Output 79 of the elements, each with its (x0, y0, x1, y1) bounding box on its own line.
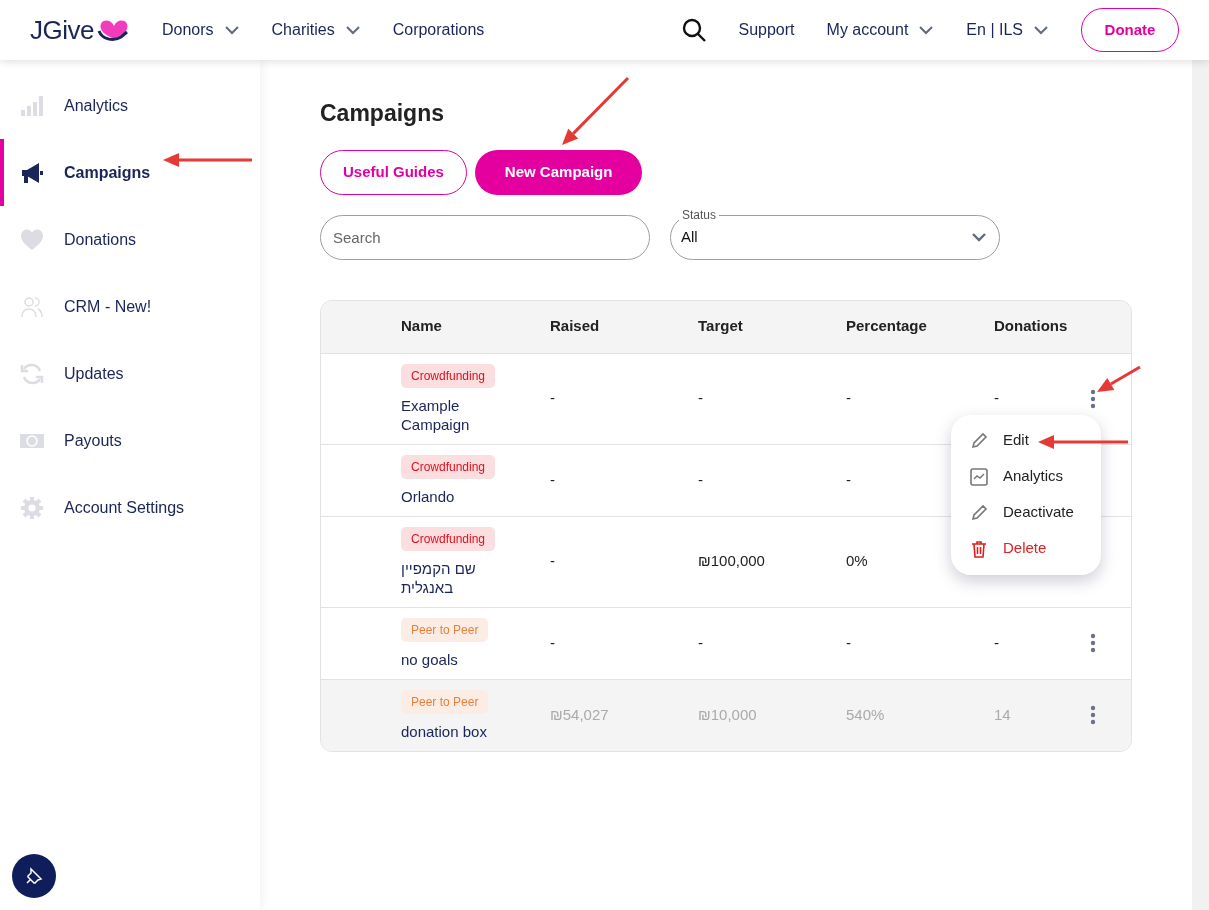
menu-item[interactable]: Deactivate (951, 494, 1101, 531)
table-cell-text: - (550, 388, 555, 409)
kebab-icon[interactable] (1090, 705, 1096, 726)
sidebar-item[interactable]: Analytics (0, 72, 260, 139)
table-cell-text: - (846, 632, 851, 653)
refresh-icon (20, 361, 44, 386)
column-header: Target (698, 316, 744, 337)
table-cell-text: - (550, 551, 555, 572)
table-cell-text: - (698, 388, 703, 409)
table-cell-text: - (994, 388, 999, 409)
table-cell-text: - (550, 632, 555, 653)
sidebar-item[interactable]: Donations (0, 206, 260, 273)
column-header: Name (401, 316, 443, 337)
chart-icon (969, 466, 989, 487)
table-cell-text: 14 (994, 704, 1011, 725)
campaign-type-tag: Crowdfunding (401, 526, 496, 551)
menu-item[interactable]: Analytics (951, 458, 1101, 495)
megaphone-icon (20, 160, 44, 185)
donate-button[interactable]: Donate (1081, 8, 1179, 52)
gear-icon (20, 495, 44, 520)
table-cell-text: ₪10,000 (698, 704, 757, 725)
logo-text[interactable]: JGive (30, 10, 94, 50)
table-cell-text: - (846, 469, 851, 490)
table-cell-text: ₪54,027 (550, 704, 609, 725)
scrollbar[interactable] (1192, 60, 1209, 910)
kebab-icon[interactable] (1090, 388, 1096, 409)
chevron-down-icon (344, 23, 361, 37)
trash-icon (969, 538, 989, 559)
campaign-name[interactable]: Orlando (401, 486, 521, 506)
pencil-icon (969, 502, 989, 523)
table-cell-text: - (994, 632, 999, 653)
table-cell-text: - (698, 469, 703, 490)
campaign-name[interactable]: donation box (401, 721, 521, 741)
campaign-name[interactable]: no goals (401, 649, 521, 669)
nav-link[interactable]: Charities (271, 18, 361, 42)
table-cell-text: - (550, 469, 555, 490)
bar-chart-icon (20, 93, 44, 118)
annotation-arrow (1097, 365, 1141, 392)
sidebar-item[interactable]: Payouts (0, 407, 260, 474)
pencil-icon (969, 430, 989, 451)
action-button[interactable]: New Campaign (474, 149, 643, 195)
action-button[interactable]: Useful Guides (320, 149, 467, 195)
nav-link[interactable]: Corporations (392, 18, 485, 42)
table-cell-text: - (698, 632, 703, 653)
campaign-name[interactable]: Example Campaign (401, 395, 521, 434)
kebab-icon[interactable] (1090, 633, 1096, 654)
menu-item[interactable]: Delete (951, 530, 1101, 567)
column-header: Raised (550, 316, 601, 337)
column-header: Percentage (846, 316, 928, 337)
sidebar-item[interactable]: CRM - New! (0, 273, 260, 340)
table-cell-text: 540% (846, 704, 885, 725)
pin-button[interactable] (12, 854, 56, 898)
table-cell-text: 0% (846, 551, 868, 572)
chevron-down-icon (1033, 23, 1049, 37)
search-icon[interactable] (680, 17, 707, 43)
table-cell-text: ₪100,000 (698, 551, 765, 572)
sidebar-item[interactable]: Campaigns (0, 139, 260, 206)
campaign-type-tag: Peer to Peer (401, 689, 489, 714)
column-header: Donations (994, 316, 1069, 337)
pin-icon[interactable] (25, 867, 43, 885)
nav-link[interactable]: En | ILS (966, 18, 1049, 42)
campaign-type-tag: Peer to Peer (401, 617, 489, 642)
campaign-type-tag: Crowdfunding (401, 363, 496, 388)
heart-icon (20, 227, 44, 252)
search-field[interactable]: Search (320, 214, 650, 260)
campaign-type-tag: Crowdfunding (401, 454, 496, 479)
sidebar-item[interactable]: Account Settings (0, 474, 260, 541)
nav-link[interactable]: Support (738, 18, 795, 42)
sidebar-item[interactable]: Updates (0, 340, 260, 407)
nav-link[interactable]: Donors (161, 18, 240, 42)
campaign-name[interactable]: שם הקמפיין באנגלית (401, 558, 521, 597)
chevron-down-icon (223, 23, 240, 37)
chevron-down-icon (918, 23, 935, 37)
table-cell-text: - (846, 388, 851, 409)
people-icon (20, 294, 44, 319)
menu-item[interactable]: Edit (951, 422, 1101, 459)
nav-link[interactable]: My account (826, 18, 935, 42)
annotation-arrow (562, 76, 630, 145)
page-title: Campaigns (320, 100, 445, 128)
